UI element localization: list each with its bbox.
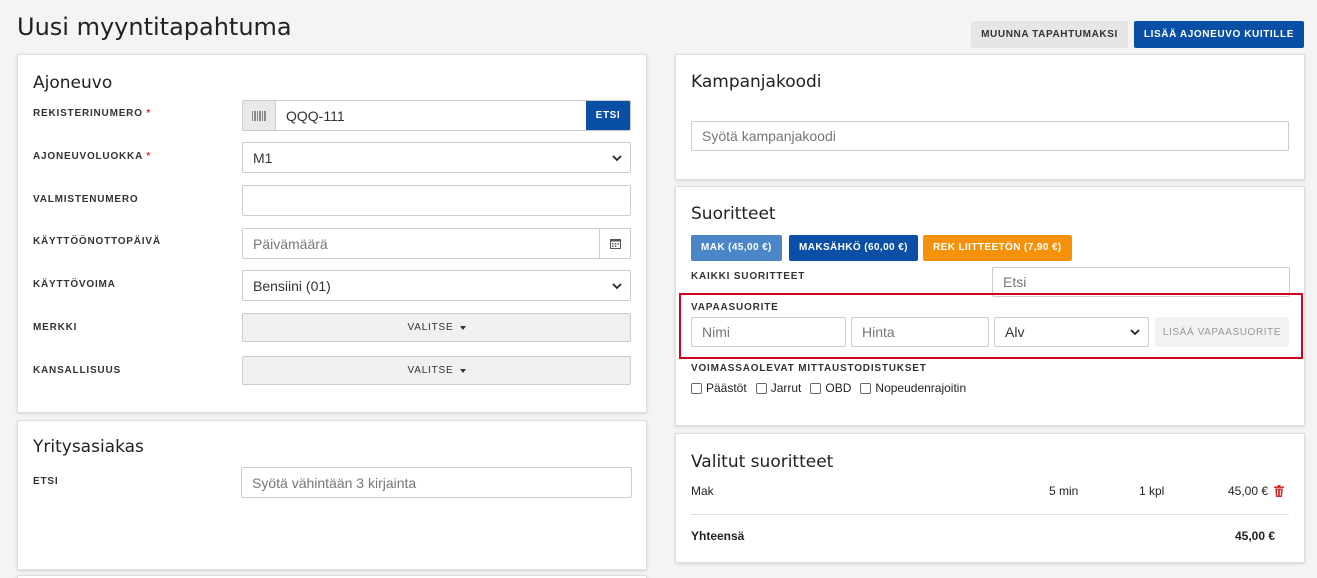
selected-row-price: 45,00 € — [1228, 484, 1269, 498]
vehicle-class-select[interactable]: M1 — [242, 142, 631, 173]
caret-down-icon — [459, 368, 466, 373]
company-customer-card: Yritysasiakas ETSI Syötä vähintään 3 kir… — [17, 420, 647, 570]
chevron-down-icon — [612, 155, 622, 162]
checkbox-obd[interactable]: OBD — [810, 381, 851, 395]
barcode-icon[interactable] — [243, 101, 276, 130]
fuel-label: KÄYTTÖVOIMA — [33, 279, 116, 290]
reg-number-label: REKISTERINUMERO * — [33, 108, 152, 119]
table-divider — [691, 514, 1289, 515]
company-search-input[interactable]: Syötä vähintään 3 kirjainta — [241, 467, 632, 498]
commission-date-input[interactable]: Päivämäärä — [242, 228, 631, 259]
valid-certificates-label: VOIMASSAOLEVAT MITTAUSTODISTUKSET — [691, 363, 927, 374]
selected-services-title: Valitut suoritteet — [691, 452, 834, 472]
selected-row-qty: 1 kpl — [1139, 484, 1165, 498]
checkbox-icon[interactable] — [860, 382, 872, 394]
nationality-dropdown-button[interactable]: VALITSE — [242, 356, 631, 385]
commission-date-label: KÄYTTÖÖNOTTOPÄIVÄ — [33, 236, 161, 247]
serial-number-input[interactable] — [242, 185, 631, 216]
service-chip-rek-liitteeton[interactable]: REK LIITTEETÖN (7,90 €) — [923, 235, 1072, 261]
total-label: Yhteensä — [691, 529, 745, 543]
checkbox-icon[interactable] — [810, 382, 822, 394]
top-actions: MUUNNA TAPAHTUMAKSI LISÄÄ AJONEUVO KUITI… — [971, 21, 1304, 48]
calendar-icon[interactable] — [599, 229, 630, 258]
all-services-label: KAIKKI SUORITTEET — [691, 271, 806, 282]
company-search-label: ETSI — [33, 476, 59, 487]
company-card-title: Yritysasiakas — [33, 437, 144, 457]
checkbox-icon[interactable] — [691, 382, 702, 394]
page-title: Uusi myyntitapahtuma — [17, 13, 292, 41]
selected-row-name: Mak — [691, 484, 714, 498]
checkbox-icon[interactable] — [755, 382, 767, 394]
caret-down-icon — [459, 325, 466, 330]
service-chip-mak[interactable]: MAK (45,00 €) — [691, 235, 782, 261]
serial-number-label: VALMISTENUMERO — [33, 194, 139, 205]
certificates-checkbox-row: Päästöt Jarrut OBD Nopeudenrajoitin — [691, 381, 966, 395]
services-card-title: Suoritteet — [691, 204, 776, 224]
vehicle-card-title: Ajoneuvo — [33, 73, 113, 93]
checkbox-brakes[interactable]: Jarrut — [755, 381, 801, 395]
vehicle-card: Ajoneuvo REKISTERINUMERO * QQQ-111 ETSI … — [17, 54, 647, 413]
chevron-down-icon — [612, 283, 622, 290]
service-chip-maksahko[interactable]: MAKSÄHKÖ (60,00 €) — [789, 235, 918, 261]
checkbox-emissions[interactable]: Päästöt — [691, 381, 747, 395]
reg-search-button[interactable]: ETSI — [586, 101, 630, 130]
trash-icon[interactable] — [1274, 485, 1284, 497]
brand-dropdown-button[interactable]: VALITSE — [242, 313, 631, 342]
nationality-label: KANSALLISUUS — [33, 365, 121, 376]
campaign-card-title: Kampanjakoodi — [691, 72, 822, 92]
reg-number-input-group: QQQ-111 ETSI — [242, 100, 631, 131]
convert-to-transaction-button[interactable]: MUUNNA TAPAHTUMAKSI — [971, 21, 1128, 48]
brand-label: MERKKI — [33, 322, 78, 333]
selected-services-card: Valitut suoritteet Mak 5 min 1 kpl 45,00… — [675, 433, 1305, 563]
free-service-highlight — [679, 293, 1303, 359]
reg-number-input[interactable]: QQQ-111 — [276, 108, 586, 124]
selected-row-duration: 5 min — [1049, 484, 1079, 498]
add-vehicle-to-receipt-button[interactable]: LISÄÄ AJONEUVO KUITILLE — [1133, 21, 1304, 48]
campaign-code-card: Kampanjakoodi Syötä kampanjakoodi — [675, 54, 1305, 180]
vehicle-class-label: AJONEUVOLUOKKA * — [33, 151, 152, 162]
total-value: 45,00 € — [1235, 529, 1276, 543]
checkbox-speed-limiter[interactable]: Nopeudenrajoitin — [860, 381, 966, 395]
campaign-code-input[interactable]: Syötä kampanjakoodi — [691, 121, 1289, 151]
fuel-select[interactable]: Bensiini (01) — [242, 270, 631, 301]
